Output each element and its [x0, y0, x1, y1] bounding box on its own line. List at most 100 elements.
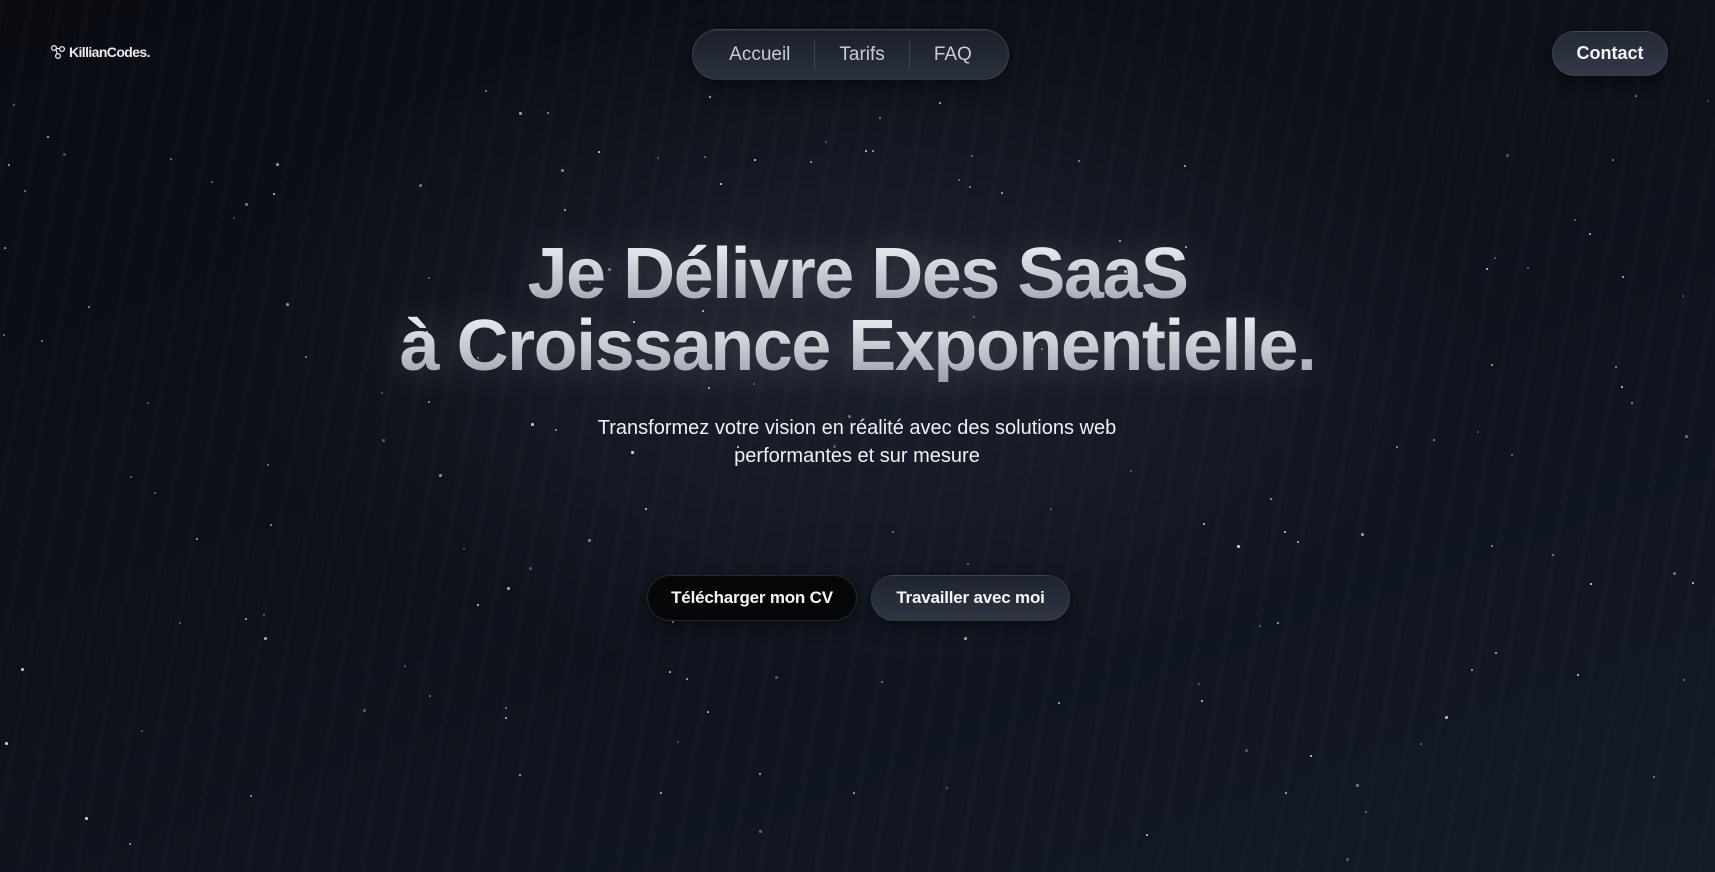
star-dot: [946, 787, 948, 789]
star-dot: [1612, 159, 1614, 161]
star-dot: [211, 181, 213, 183]
star-dot: [677, 741, 679, 743]
star-dot: [5, 742, 8, 745]
star-dot: [969, 186, 971, 188]
star-dot: [645, 508, 647, 510]
star-dot: [507, 587, 510, 590]
star-dot: [1590, 583, 1592, 585]
download-cv-button[interactable]: Télécharger mon CV: [647, 575, 857, 621]
star-dot: [1130, 470, 1132, 472]
star-dot: [1237, 545, 1240, 548]
star-dot: [404, 665, 406, 667]
star-dot: [8, 164, 10, 166]
star-dot: [263, 614, 265, 616]
star-dot: [1277, 622, 1279, 624]
hero-subtitle: Transformez votre vision en réalité avec…: [597, 417, 1117, 467]
star-dot: [250, 795, 252, 797]
star-dot: [1361, 533, 1364, 536]
star-dot: [1491, 545, 1493, 547]
star-dot: [1284, 531, 1286, 533]
star-dot: [598, 151, 600, 153]
star-dot: [519, 774, 521, 776]
star-dot: [477, 604, 479, 606]
star-dot: [147, 402, 149, 404]
star-dot: [419, 184, 422, 187]
star-dot: [892, 531, 894, 533]
main-nav: Accueil Tarifs FAQ: [692, 29, 1009, 80]
star-dot: [1433, 439, 1435, 441]
star-dot: [233, 217, 235, 219]
hero-title: Je Délivre Des SaaS à Croissance Exponen…: [0, 238, 1715, 382]
star-dot: [1495, 652, 1497, 654]
star-dot: [810, 161, 812, 163]
star-dot: [245, 618, 247, 620]
star-dot: [505, 707, 507, 709]
star-dot: [1297, 541, 1299, 543]
star-dot: [1445, 716, 1448, 719]
star-dot: [1310, 755, 1312, 757]
star-dot: [179, 622, 181, 624]
star-dot: [531, 423, 534, 426]
star-dot: [1577, 674, 1579, 676]
star-dot: [1396, 446, 1398, 448]
nav-item-faq[interactable]: FAQ: [910, 44, 996, 66]
star-dot: [759, 773, 761, 775]
star-dot: [1146, 834, 1148, 836]
star-dot: [428, 401, 430, 403]
star-dot: [1198, 683, 1200, 685]
star-dot: [1692, 582, 1694, 584]
star-dot: [485, 90, 487, 92]
star-dot: [964, 637, 967, 640]
star-dot: [273, 193, 275, 195]
star-dot: [505, 717, 507, 719]
star-dot: [879, 117, 881, 119]
star-dot: [270, 524, 272, 526]
star-dot: [1506, 154, 1509, 157]
hero-title-line-1: Je Délivre Des SaaS: [0, 238, 1715, 310]
star-dot: [1365, 811, 1367, 813]
star-dot: [1184, 165, 1186, 167]
star-dot: [547, 112, 549, 114]
star-dot: [672, 621, 674, 623]
star-dot: [1477, 431, 1479, 433]
star-dot: [1574, 219, 1576, 221]
star-dot: [1201, 700, 1203, 702]
star-dot: [669, 671, 671, 673]
star-dot: [657, 157, 659, 159]
star-dot: [429, 695, 431, 697]
star-dot: [967, 563, 969, 565]
star-dot: [141, 730, 143, 732]
star-dot: [759, 830, 762, 833]
star-dot: [588, 539, 591, 542]
work-with-me-button[interactable]: Travailler avec moi: [871, 575, 1070, 621]
star-dot: [561, 169, 564, 172]
star-dot: [686, 678, 688, 680]
contact-button[interactable]: Contact: [1552, 31, 1668, 76]
star-dot: [130, 476, 132, 478]
star-dot: [709, 96, 711, 98]
landing-page: KillianCodes. Accueil Tarifs FAQ Contact…: [0, 0, 1715, 872]
star-dot: [1589, 233, 1591, 235]
star-dot: [707, 711, 709, 713]
star-dot: [1346, 858, 1349, 861]
star-dot: [1707, 100, 1709, 102]
star-dot: [872, 150, 874, 152]
star-dot: [1685, 435, 1688, 438]
star-dot: [1471, 669, 1473, 671]
star-dot: [267, 464, 269, 466]
brand-logo[interactable]: KillianCodes.: [50, 44, 150, 60]
star-dot: [1078, 160, 1080, 162]
star-dot: [1050, 508, 1052, 510]
star-dot: [1001, 192, 1003, 194]
star-dot: [1285, 792, 1287, 794]
star-dot: [825, 141, 827, 143]
star-dot: [1245, 749, 1248, 752]
star-dot: [170, 158, 172, 160]
nav-item-accueil[interactable]: Accueil: [705, 44, 814, 66]
star-dot: [754, 159, 756, 161]
star-dot: [1259, 625, 1261, 627]
star-dot: [382, 439, 385, 442]
nodes-logo-icon: [50, 44, 66, 60]
nav-item-tarifs[interactable]: Tarifs: [815, 44, 908, 66]
star-dot: [21, 668, 24, 671]
